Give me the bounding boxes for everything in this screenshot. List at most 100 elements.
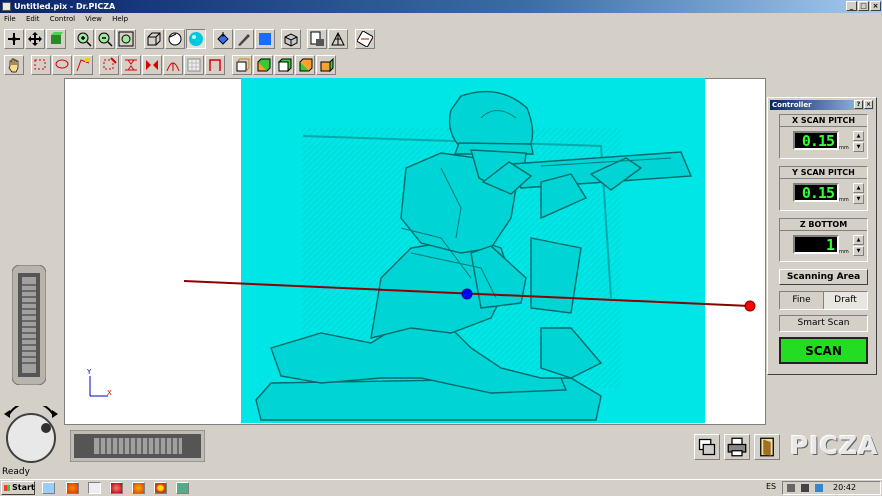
rotate-icon[interactable] [355,29,375,49]
pan-icon[interactable] [4,29,24,49]
app-icon [2,2,11,11]
language-indicator[interactable]: ES [766,482,776,491]
app2-task-icon[interactable] [132,482,145,494]
controller-help-button[interactable]: ? [854,100,863,109]
fit-icon[interactable] [46,29,66,49]
x-scan-pitch-group: X SCAN PITCH 0.15 mm ▲ ▼ [779,114,868,159]
zoom-out-icon[interactable] [95,29,115,49]
box3-icon[interactable] [253,55,273,75]
x-pitch-up-button[interactable]: ▲ [853,131,864,141]
z-bottom-group: Z BOTTOM 1 mm ▲ ▼ [779,218,868,262]
menu-bar: File Edit Control View Help [0,13,882,25]
title-bar: Untitled.pix - Dr.PICZA _ □ × [0,0,882,13]
z-bottom-up-button[interactable]: ▲ [853,235,864,245]
x-scan-pitch-unit: mm [839,145,849,151]
menu-control[interactable]: Control [50,15,75,23]
close-button[interactable]: × [870,1,881,11]
app3-task-icon[interactable] [176,482,189,494]
system-tray: 20:42 [782,481,881,495]
solid-icon[interactable] [165,29,185,49]
zoom-in-icon[interactable] [74,29,94,49]
move-icon[interactable] [25,29,45,49]
probe-end-handle[interactable] [744,300,756,312]
status-text: Ready [2,467,30,477]
probe-line[interactable] [180,275,760,315]
fine-option[interactable]: Fine [780,292,824,309]
region-icon[interactable] [73,55,93,75]
fill-icon[interactable] [213,29,233,49]
battery-icon[interactable] [815,484,823,492]
controller-close-button[interactable]: × [864,100,873,109]
cut-icon[interactable] [99,55,119,75]
maximize-button[interactable]: □ [858,1,869,11]
x-pitch-down-button[interactable]: ▼ [853,142,864,152]
y-scan-pitch-group: Y SCAN PITCH 0.15 mm ▲ ▼ [779,166,868,211]
network-icon[interactable] [787,484,795,492]
hand-icon[interactable] [4,55,24,75]
y-scan-pitch-value[interactable]: 0.15 [793,183,839,202]
wireframe-icon[interactable] [144,29,164,49]
minimize-button[interactable]: _ [846,1,857,11]
z-bottom-value[interactable]: 1 [793,235,839,254]
menu-view[interactable]: View [85,15,102,23]
controller-panel: Controller ? × X SCAN PITCH 0.15 mm ▲ ▼ … [767,97,877,375]
scan-button[interactable]: SCAN [779,337,868,364]
copy-window-icon[interactable] [694,434,720,460]
box1-icon[interactable] [205,55,225,75]
color-icon[interactable] [255,29,275,49]
axis-indicator: Y X [82,368,118,402]
zoom-fit-icon[interactable] [116,29,136,49]
y-scan-pitch-label: Y SCAN PITCH [780,167,867,179]
menu-file[interactable]: File [4,15,16,23]
box6-icon[interactable] [316,55,336,75]
volume-icon[interactable] [801,484,809,492]
vertical-jog-wheel[interactable] [12,265,46,385]
menu-edit[interactable]: Edit [26,15,40,23]
split-icon[interactable] [121,55,141,75]
printer-icon[interactable] [724,434,750,460]
desktop-icon[interactable] [42,482,55,494]
probe-center-handle[interactable] [461,288,473,300]
z-bottom-down-button[interactable]: ▼ [853,246,864,256]
scanning-area-button[interactable]: Scanning Area [779,269,868,285]
grid-icon[interactable] [163,55,183,75]
picza-task-icon[interactable] [88,482,101,494]
clock[interactable]: 20:42 [833,483,856,492]
menu-help[interactable]: Help [112,15,128,23]
chrome-icon[interactable] [154,482,167,494]
controller-title: Controller [772,101,812,109]
taskbar: Start ES 20:42 [0,479,882,496]
mesh-icon[interactable] [328,29,348,49]
print-preview-icon[interactable] [307,29,327,49]
shade-icon[interactable] [186,29,206,49]
x-scan-pitch-label: X SCAN PITCH [780,115,867,127]
arc-icon[interactable] [142,55,162,75]
axis-x-label: X [107,389,112,397]
y-pitch-up-button[interactable]: ▲ [853,183,864,193]
status-bar: Ready [0,466,882,479]
box5-icon[interactable] [295,55,315,75]
draft-option[interactable]: Draft [824,292,867,309]
app-task-icon[interactable] [110,482,123,494]
cube-icon[interactable] [281,29,301,49]
left-panel [0,78,64,425]
rotation-dial[interactable] [2,406,60,464]
horizontal-jog-wheel[interactable] [70,430,205,462]
start-label: Start [12,483,35,492]
pen-icon[interactable] [234,29,254,49]
firefox-icon[interactable] [66,482,79,494]
start-button[interactable]: Start [1,481,35,495]
exit-door-icon[interactable] [754,434,780,460]
x-scan-pitch-value[interactable]: 0.15 [793,131,839,150]
frame-icon[interactable] [184,55,204,75]
y-scan-pitch-unit: mm [839,197,849,203]
scanned-model[interactable] [241,78,705,423]
window-title: Untitled.pix - Dr.PICZA [14,2,116,11]
smart-scan-button[interactable]: Smart Scan [779,315,868,332]
lasso-icon[interactable] [52,55,72,75]
y-pitch-down-button[interactable]: ▼ [853,194,864,204]
box4-icon[interactable] [274,55,294,75]
windows-logo-icon [4,485,10,491]
box2-icon[interactable] [232,55,252,75]
rect-select-icon[interactable] [31,55,51,75]
